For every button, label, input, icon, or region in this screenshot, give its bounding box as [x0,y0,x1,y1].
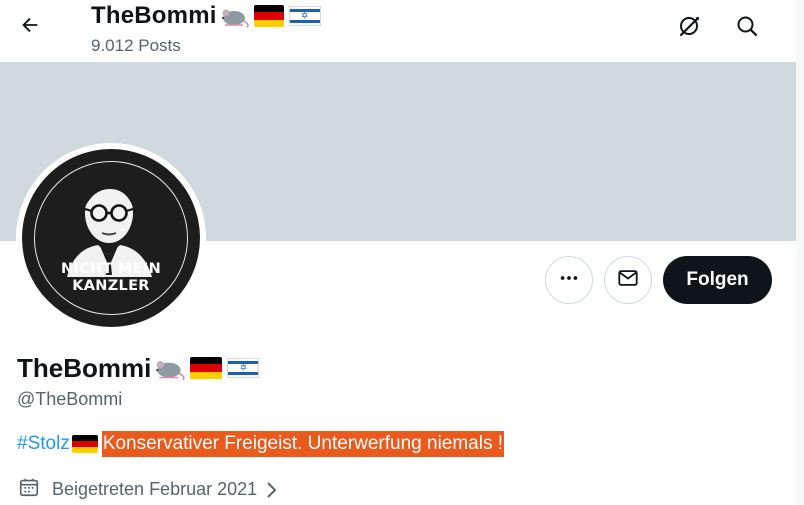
israel-flag-icon: ✡ [227,358,260,378]
grok-button[interactable] [671,10,707,46]
germany-flag-icon [253,5,284,27]
search-button[interactable] [729,10,765,46]
top-bar: TheBommi ✡ 9.012 Posts [0,0,804,62]
avatar-caption-line2: KANZLER [72,278,150,294]
more-button[interactable] [545,256,593,304]
avatar-caption-line1: NICHT MEIN [60,261,162,277]
germany-flag-icon [190,356,223,380]
profile-handle: @TheBommi [17,389,123,409]
profile-bio: #Stolz Konservativer Freigeist. Unterwer… [17,430,505,458]
chevron-right-icon [263,481,279,499]
follow-button[interactable]: Folgen [663,256,772,304]
scrollbar[interactable] [796,0,804,505]
germany-flag-icon [71,435,98,453]
profile-display-name-row: TheBommi ✡ [17,351,260,385]
header-title: TheBommi ✡ [91,2,321,30]
message-button[interactable] [604,256,652,304]
grok-icon [677,14,701,43]
bio-text: Konservativer Freigeist. Unterwerfung ni… [101,431,505,457]
bio-hashtag-link[interactable]: #Stolz [17,433,70,455]
profile-display-name: TheBommi [17,352,152,383]
envelope-icon [617,267,639,294]
posts-count: 9.012 Posts [91,36,181,55]
rat-emoji-icon [153,355,187,381]
header-display-name: TheBommi [91,2,217,29]
back-button[interactable] [12,9,48,45]
more-horizontal-icon [558,267,580,294]
joined-date-text: Beigetreten Februar 2021 [52,479,258,499]
israel-flag-icon: ✡ [288,6,321,26]
search-icon [735,14,759,43]
rat-emoji-icon [219,4,251,28]
avatar[interactable]: NICHT MEIN KANZLER [22,149,200,327]
avatar-portrait-icon [67,177,152,277]
arrow-left-icon [19,14,41,41]
joined-date-link[interactable]: Beigetreten Februar 2021 [18,476,279,503]
calendar-icon [18,476,40,503]
